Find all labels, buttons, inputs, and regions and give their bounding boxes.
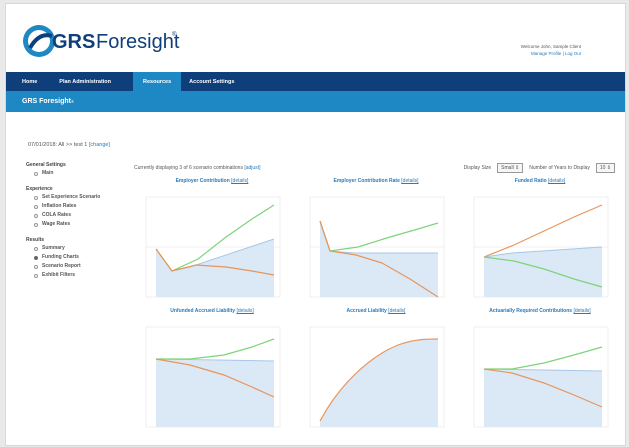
radio-icon[interactable] (34, 171, 38, 176)
sidebar: General Settings Main Experience Set Exp… (26, 162, 126, 280)
sidebar-item-label: Set Experience Scenario (42, 194, 101, 200)
radio-icon[interactable] (34, 246, 38, 251)
sidebar-item-funding-charts[interactable]: Funding Charts (26, 253, 126, 262)
nav-plan-administration[interactable]: Plan Administration (59, 72, 125, 91)
sidebar-item-label: Summary (42, 245, 65, 251)
scenario-line: 07/01/2018: All >> test 1 [change] (28, 142, 110, 148)
radio-icon[interactable] (34, 222, 38, 227)
nav-account-settings[interactable]: Account Settings (189, 72, 248, 91)
sidebar-item-label: Wage Rates (42, 221, 71, 227)
radio-icon[interactable] (34, 195, 38, 200)
grs-foresight-logo[interactable]: GRS Foresight ® (22, 22, 182, 60)
sidebar-group-general: General Settings (26, 162, 66, 168)
change-link[interactable]: [change] (89, 142, 110, 148)
chart-employer-contribution-rate: Employer Contribution Rate [details] (298, 178, 454, 306)
details-link[interactable]: [details] (401, 178, 418, 184)
years-select[interactable]: 10 ⇕ (595, 163, 615, 173)
chart-title: Employer Contribution Rate (333, 178, 400, 184)
sidebar-item-summary[interactable]: Summary (26, 244, 126, 253)
radio-icon[interactable] (34, 273, 38, 278)
main-nav: Home Plan Administration Resources Accou… (6, 72, 625, 91)
sidebar-group-results: Results (26, 237, 45, 243)
sidebar-item-main[interactable]: Main (26, 169, 126, 178)
radio-selected-icon[interactable] (34, 255, 38, 260)
sidebar-item-cola-rates[interactable]: COLA Rates (26, 211, 126, 220)
chart-employer-contribution: Employer Contribution [details] (134, 178, 290, 306)
logo-suffix: Foresight (96, 31, 180, 53)
welcome-text: Welcome John, Sample Client (520, 44, 581, 49)
sidebar-item-wage-rates[interactable]: Wage Rates (26, 220, 126, 229)
details-link[interactable]: [details] (236, 308, 253, 314)
chart-plot (145, 326, 281, 428)
chart-title: Actuarially Required Contributions (489, 308, 573, 314)
chart-plot (473, 196, 609, 298)
sidebar-item-label: COLA Rates (42, 212, 71, 218)
sidebar-item-exhibit-filters[interactable]: Exhibit Filters (26, 271, 126, 280)
chart-accrued-liability: Accrued Liability [details] (298, 308, 454, 436)
chart-plot (473, 326, 609, 428)
chart-unfunded-accrued-liability: Unfunded Accrued Liability [details] (134, 308, 290, 436)
sidebar-item-set-experience-scenario[interactable]: Set Experience Scenario (26, 193, 126, 202)
radio-icon[interactable] (34, 204, 38, 209)
radio-icon[interactable] (34, 213, 38, 218)
radio-icon[interactable] (34, 264, 38, 269)
chart-plot (309, 196, 445, 298)
scenario-text: 07/01/2018: All >> test 1 (28, 142, 88, 148)
section-title: GRS Foresight (22, 98, 72, 105)
chart-actuarially-required-contributions: Actuarially Required Contributions [deta… (462, 308, 618, 436)
chart-title: Unfunded Accrued Liability (170, 308, 236, 314)
sidebar-item-label: Funding Charts (42, 254, 79, 260)
details-link[interactable]: [details] (548, 178, 565, 184)
sidebar-item-label: Exhibit Filters (42, 272, 76, 278)
nav-home[interactable]: Home (22, 72, 51, 91)
sidebar-item-scenario-report[interactable]: Scenario Report (26, 262, 126, 271)
display-size-select[interactable]: Small ⇕ (497, 163, 524, 173)
details-link[interactable]: [details] (388, 308, 405, 314)
nav-resources[interactable]: Resources (133, 72, 182, 91)
sidebar-item-label: Scenario Report (42, 263, 81, 269)
section-bar: GRS Foresight ® (6, 91, 625, 112)
chart-title: Funded Ratio (514, 178, 547, 184)
header: GRS Foresight ® Welcome John, Sample Cli… (6, 4, 625, 72)
chart-plot (145, 196, 281, 298)
details-link[interactable]: [details] (231, 178, 248, 184)
chart-title: Employer Contribution (175, 178, 230, 184)
details-link[interactable]: [details] (573, 308, 590, 314)
logo-prefix: GRS (52, 31, 95, 53)
sidebar-item-label: Inflation Rates (42, 203, 77, 209)
chart-funded-ratio: Funded Ratio [details] (462, 178, 618, 306)
charts-grid: Employer Contribution [details] Employer… (134, 178, 618, 438)
section-mark: ® (71, 99, 74, 104)
years-label: Number of Years to Display (529, 165, 590, 171)
sidebar-group-experience: Experience (26, 186, 53, 192)
manage-profile-link[interactable]: Manage Profile (531, 51, 561, 56)
logo-mark: ® (172, 31, 177, 38)
app-frame: GRS Foresight ® Welcome John, Sample Cli… (5, 3, 626, 446)
sidebar-item-inflation-rates[interactable]: Inflation Rates (26, 202, 126, 211)
display-size-label: Display Size (463, 165, 492, 171)
logout-link[interactable]: Log Out (565, 51, 581, 56)
sidebar-item-label: Main (42, 170, 54, 176)
adjust-link[interactable]: [adjust] (244, 165, 260, 171)
welcome-block: Welcome John, Sample Client Manage Profi… (520, 44, 581, 56)
chart-title: Accrued Liability (346, 308, 387, 314)
displaying-text: Currently displaying 3 of 6 scenario com… (134, 165, 243, 171)
chart-plot (309, 326, 445, 428)
